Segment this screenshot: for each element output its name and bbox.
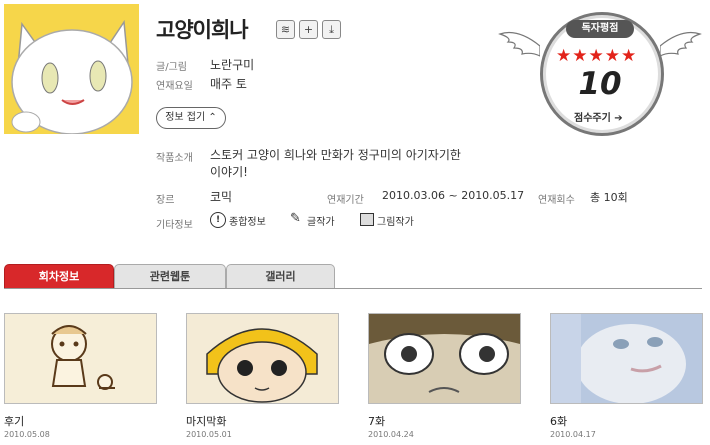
episode-date: 2010.05.08 bbox=[4, 430, 50, 439]
episode-thumbnail[interactable] bbox=[550, 313, 703, 404]
episode-thumbnail[interactable] bbox=[4, 313, 157, 404]
period-label: 연재기간 bbox=[327, 195, 364, 206]
episode-title[interactable]: 후기 bbox=[4, 413, 24, 429]
fold-info-label: 정보 접기 bbox=[165, 112, 206, 123]
intro-line-2: 이야기! bbox=[210, 165, 248, 179]
right-wing-icon bbox=[660, 31, 702, 57]
tab-related-webtoon[interactable]: 관련웹툰 bbox=[114, 264, 226, 289]
rating-score: 10 bbox=[578, 66, 622, 102]
episode-title[interactable]: 7화 bbox=[368, 413, 385, 429]
fold-info-button[interactable]: 정보 접기 ⌃ bbox=[156, 107, 226, 129]
rate-button[interactable]: 점수주기 ➔ bbox=[574, 109, 623, 124]
day-label: 연재요일 bbox=[156, 81, 193, 92]
day-value: 매주 토 bbox=[210, 77, 247, 91]
intro-line-1: 스토커 고양이 희나와 만화가 정구미의 아기자기한 bbox=[210, 148, 461, 162]
webtoon-title: 고양이희나 bbox=[156, 18, 249, 42]
rating-title: 독자평점 bbox=[566, 20, 634, 38]
etc-label: 기타정보 bbox=[156, 220, 193, 231]
tab-episode-info[interactable]: 회차정보 bbox=[4, 264, 114, 289]
episode-thumbnail[interactable] bbox=[368, 313, 521, 404]
episode-title[interactable]: 마지막화 bbox=[186, 413, 226, 429]
author-label: 글/그림 bbox=[156, 62, 187, 73]
plus-icon[interactable]: + bbox=[299, 20, 318, 39]
chevron-up-icon: ⌃ bbox=[208, 112, 217, 123]
picture-icon bbox=[360, 213, 374, 226]
period-value: 2010.03.06 ~ 2010.05.17 bbox=[382, 189, 525, 202]
rating-stars: ★★★★★ bbox=[556, 46, 638, 66]
episode-title[interactable]: 6화 bbox=[550, 413, 567, 429]
episode-date: 2010.04.24 bbox=[368, 430, 414, 439]
cover-image bbox=[4, 4, 139, 134]
genre-label: 장르 bbox=[156, 195, 175, 206]
tab-divider bbox=[4, 288, 702, 289]
genre-value: 코믹 bbox=[210, 190, 233, 204]
episode-date: 2010.05.01 bbox=[186, 430, 232, 439]
link-artist[interactable]: 그림작가 bbox=[377, 213, 414, 228]
pencil-icon: ✎ bbox=[290, 211, 301, 226]
episode-thumbnail[interactable] bbox=[186, 313, 339, 404]
author-value[interactable]: 노란구미 bbox=[210, 56, 254, 73]
download-icon[interactable]: ⤓ bbox=[322, 20, 341, 39]
info-icon: ! bbox=[210, 212, 226, 228]
count-label: 연재회수 bbox=[538, 195, 575, 206]
tab-gallery[interactable]: 갤러리 bbox=[226, 264, 335, 289]
intro-label: 작품소개 bbox=[156, 153, 193, 164]
link-general-info[interactable]: 종합정보 bbox=[229, 213, 266, 228]
left-wing-icon bbox=[498, 31, 540, 57]
count-value: 총 10회 bbox=[590, 191, 628, 204]
link-writer[interactable]: 글작가 bbox=[307, 213, 335, 228]
episode-date: 2010.04.17 bbox=[550, 430, 596, 439]
rss-icon[interactable]: ≋ bbox=[276, 20, 295, 39]
